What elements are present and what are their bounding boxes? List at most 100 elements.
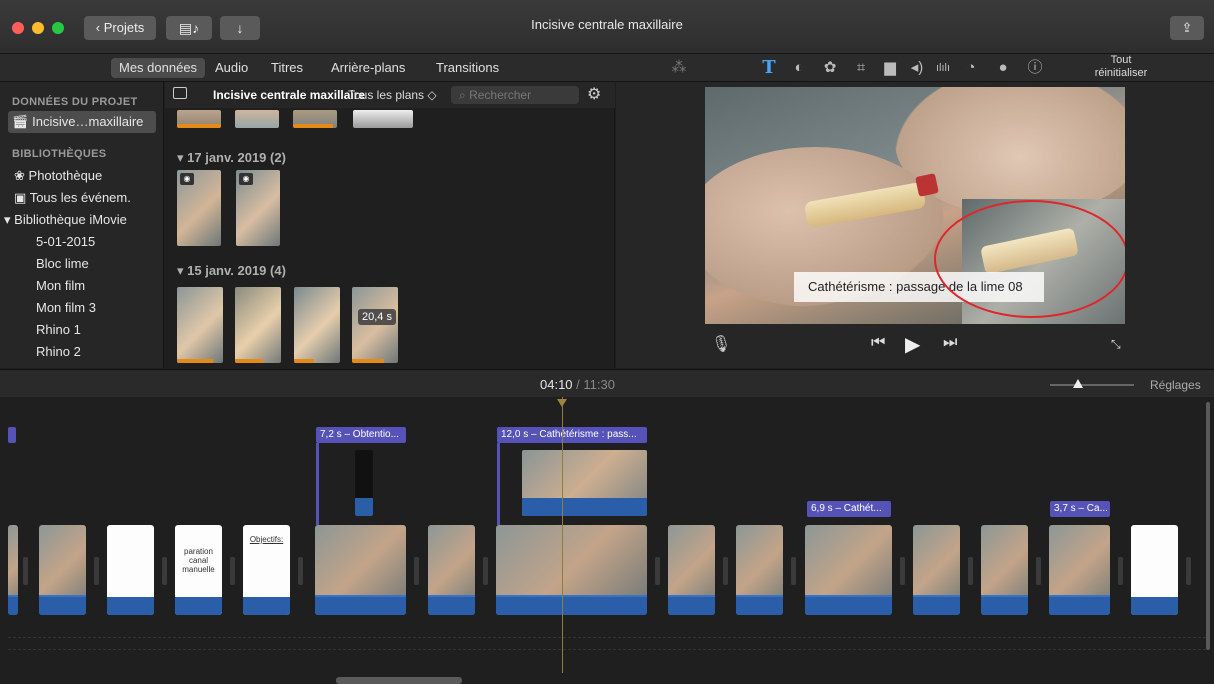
info-icon[interactable]: ⓘ: [1024, 56, 1046, 80]
zoom-slider[interactable]: [1050, 384, 1134, 386]
sidebar-item-event[interactable]: Rhino 2: [36, 344, 81, 359]
clip-thumbnail[interactable]: [177, 110, 221, 128]
speed-icon[interactable]: ◔: [960, 56, 982, 80]
tab-arriere-plans[interactable]: Arrière-plans: [323, 58, 413, 78]
clip-filter-select[interactable]: Tous les plans ◇: [348, 88, 437, 102]
share-icon[interactable]: ⇪: [1170, 16, 1204, 40]
sidebar-item-imovie-library[interactable]: ▾ Bibliothèque iMovie: [4, 212, 127, 228]
sidebar-item-event[interactable]: Bloc lime: [36, 256, 89, 271]
stabilization-icon[interactable]: ▆: [879, 56, 901, 80]
slide-clip[interactable]: [107, 525, 154, 615]
search-input[interactable]: ⌕ Rechercher: [451, 86, 579, 104]
slide-clip[interactable]: Objectifs:: [243, 525, 290, 615]
video-clip[interactable]: [668, 525, 715, 615]
color-balance-icon[interactable]: ◐: [788, 56, 810, 80]
magic-wand-icon[interactable]: ⁂: [668, 56, 690, 80]
clip-thumbnail[interactable]: [293, 110, 337, 128]
reset-label-line1: Tout: [1110, 54, 1132, 66]
video-clip[interactable]: [39, 525, 86, 615]
video-clip[interactable]: [805, 525, 892, 615]
tab-audio[interactable]: Audio: [207, 58, 256, 78]
date-group-header[interactable]: ▾ 15 janv. 2019 (4): [177, 263, 286, 279]
transition-gap[interactable]: [94, 557, 99, 585]
title-clip-label[interactable]: 3,7 s – Ca...: [1050, 501, 1110, 517]
transition-gap[interactable]: [414, 557, 419, 585]
tab-transitions[interactable]: Transitions: [428, 58, 507, 78]
filter-icon[interactable]: ●: [992, 56, 1014, 80]
slide-clip[interactable]: [1131, 525, 1178, 615]
skip-back-icon[interactable]: ⏮︎: [871, 334, 885, 352]
transition-gap[interactable]: [1118, 557, 1123, 585]
clip-thumbnail[interactable]: [294, 287, 340, 363]
timeline-settings-button[interactable]: Réglages: [1150, 378, 1201, 392]
clip-thumbnail[interactable]: [353, 110, 413, 128]
transition-gap[interactable]: [298, 557, 303, 585]
sidebar-item-event[interactable]: Rhino 1: [36, 322, 81, 337]
date-group-header[interactable]: ▾ 17 janv. 2019 (2): [177, 150, 286, 166]
fullscreen-icon[interactable]: ⤡: [1111, 337, 1121, 352]
video-clip[interactable]: [981, 525, 1028, 615]
clip-thumbnail[interactable]: [235, 287, 281, 363]
media-browser: Incisive centrale maxillaire Tous les pl…: [165, 82, 615, 368]
reset-all-button[interactable]: Tout réinitialiser: [1086, 54, 1156, 80]
video-clip[interactable]: [8, 525, 18, 615]
transition-gap[interactable]: [1036, 557, 1041, 585]
video-clip[interactable]: [315, 525, 406, 615]
transition-gap[interactable]: [1186, 557, 1191, 585]
title-clip-label[interactable]: 12,0 s – Cathétérisme : pass...: [497, 427, 647, 443]
clip-thumbnail[interactable]: [235, 110, 279, 128]
sidebar-item-phototheque[interactable]: ❀ Photothèque: [14, 168, 102, 184]
sidebar-item-label: Tous les événem.: [29, 190, 131, 205]
text-icon[interactable]: T: [758, 56, 780, 80]
clip-thumbnail[interactable]: [177, 287, 223, 363]
transition-gap[interactable]: [23, 557, 28, 585]
transition-gap[interactable]: [723, 557, 728, 585]
title-clip-label[interactable]: [8, 427, 16, 443]
title-clip-label[interactable]: 6,9 s – Cathét...: [807, 501, 891, 517]
video-preview[interactable]: Cathétérisme : passage de la lime 08: [705, 87, 1125, 324]
video-clip[interactable]: [1049, 525, 1110, 615]
video-clip[interactable]: [736, 525, 783, 615]
transition-gap[interactable]: [162, 557, 167, 585]
playhead[interactable]: [562, 397, 563, 673]
play-icon[interactable]: ▶: [905, 332, 920, 357]
sidebar-item-all-events[interactable]: ▣ Tous les événem.: [14, 190, 131, 206]
cutaway-clip[interactable]: [355, 450, 373, 516]
video-clip[interactable]: [496, 525, 647, 615]
sidebar-toggle-icon[interactable]: [173, 87, 187, 99]
playhead-handle[interactable]: [557, 399, 567, 407]
sidebar-item-event[interactable]: Mon film: [36, 278, 85, 293]
transition-gap[interactable]: [483, 557, 488, 585]
volume-icon[interactable]: ◂): [906, 56, 928, 80]
lane-divider: [8, 649, 1206, 650]
photo-thumbnail[interactable]: ◉: [236, 170, 280, 246]
transition-gap[interactable]: [791, 557, 796, 585]
video-clip[interactable]: [428, 525, 475, 615]
clip-thumbnail[interactable]: 20,4 s: [352, 287, 398, 363]
video-clip[interactable]: [913, 525, 960, 615]
gear-icon[interactable]: ⚙: [587, 84, 601, 104]
equalizer-icon[interactable]: ılılı: [932, 56, 954, 80]
sidebar-item-project[interactable]: 🎬︎ Incisive…maxillaire: [8, 111, 156, 133]
skip-forward-icon[interactable]: ⏭︎: [943, 334, 957, 352]
transition-gap[interactable]: [968, 557, 973, 585]
slide-clip[interactable]: paration canal manuelle: [175, 525, 222, 615]
sidebar-item-event[interactable]: Mon film 3: [36, 300, 96, 315]
title-clip-label[interactable]: 7,2 s – Obtentio...: [316, 427, 406, 443]
transition-gap[interactable]: [655, 557, 660, 585]
photo-thumbnail[interactable]: ◉: [177, 170, 221, 246]
file-handle-image: [915, 173, 939, 197]
transition-gap[interactable]: [900, 557, 905, 585]
crop-icon[interactable]: ⌗: [850, 56, 872, 80]
tab-titres[interactable]: Titres: [263, 58, 311, 78]
zoom-slider-knob[interactable]: [1073, 379, 1083, 388]
horizontal-scrollbar[interactable]: [336, 677, 462, 684]
tab-mes-donnees[interactable]: Mes données: [111, 58, 206, 78]
star-box-icon: ▣: [14, 190, 27, 205]
palette-icon[interactable]: ✿: [819, 56, 841, 80]
cutaway-clip[interactable]: [522, 450, 647, 516]
transition-gap[interactable]: [230, 557, 235, 585]
vertical-scrollbar[interactable]: [1206, 402, 1210, 650]
sidebar-item-event[interactable]: 5-01-2015: [36, 234, 95, 249]
microphone-icon[interactable]: 🎙︎: [711, 334, 731, 354]
